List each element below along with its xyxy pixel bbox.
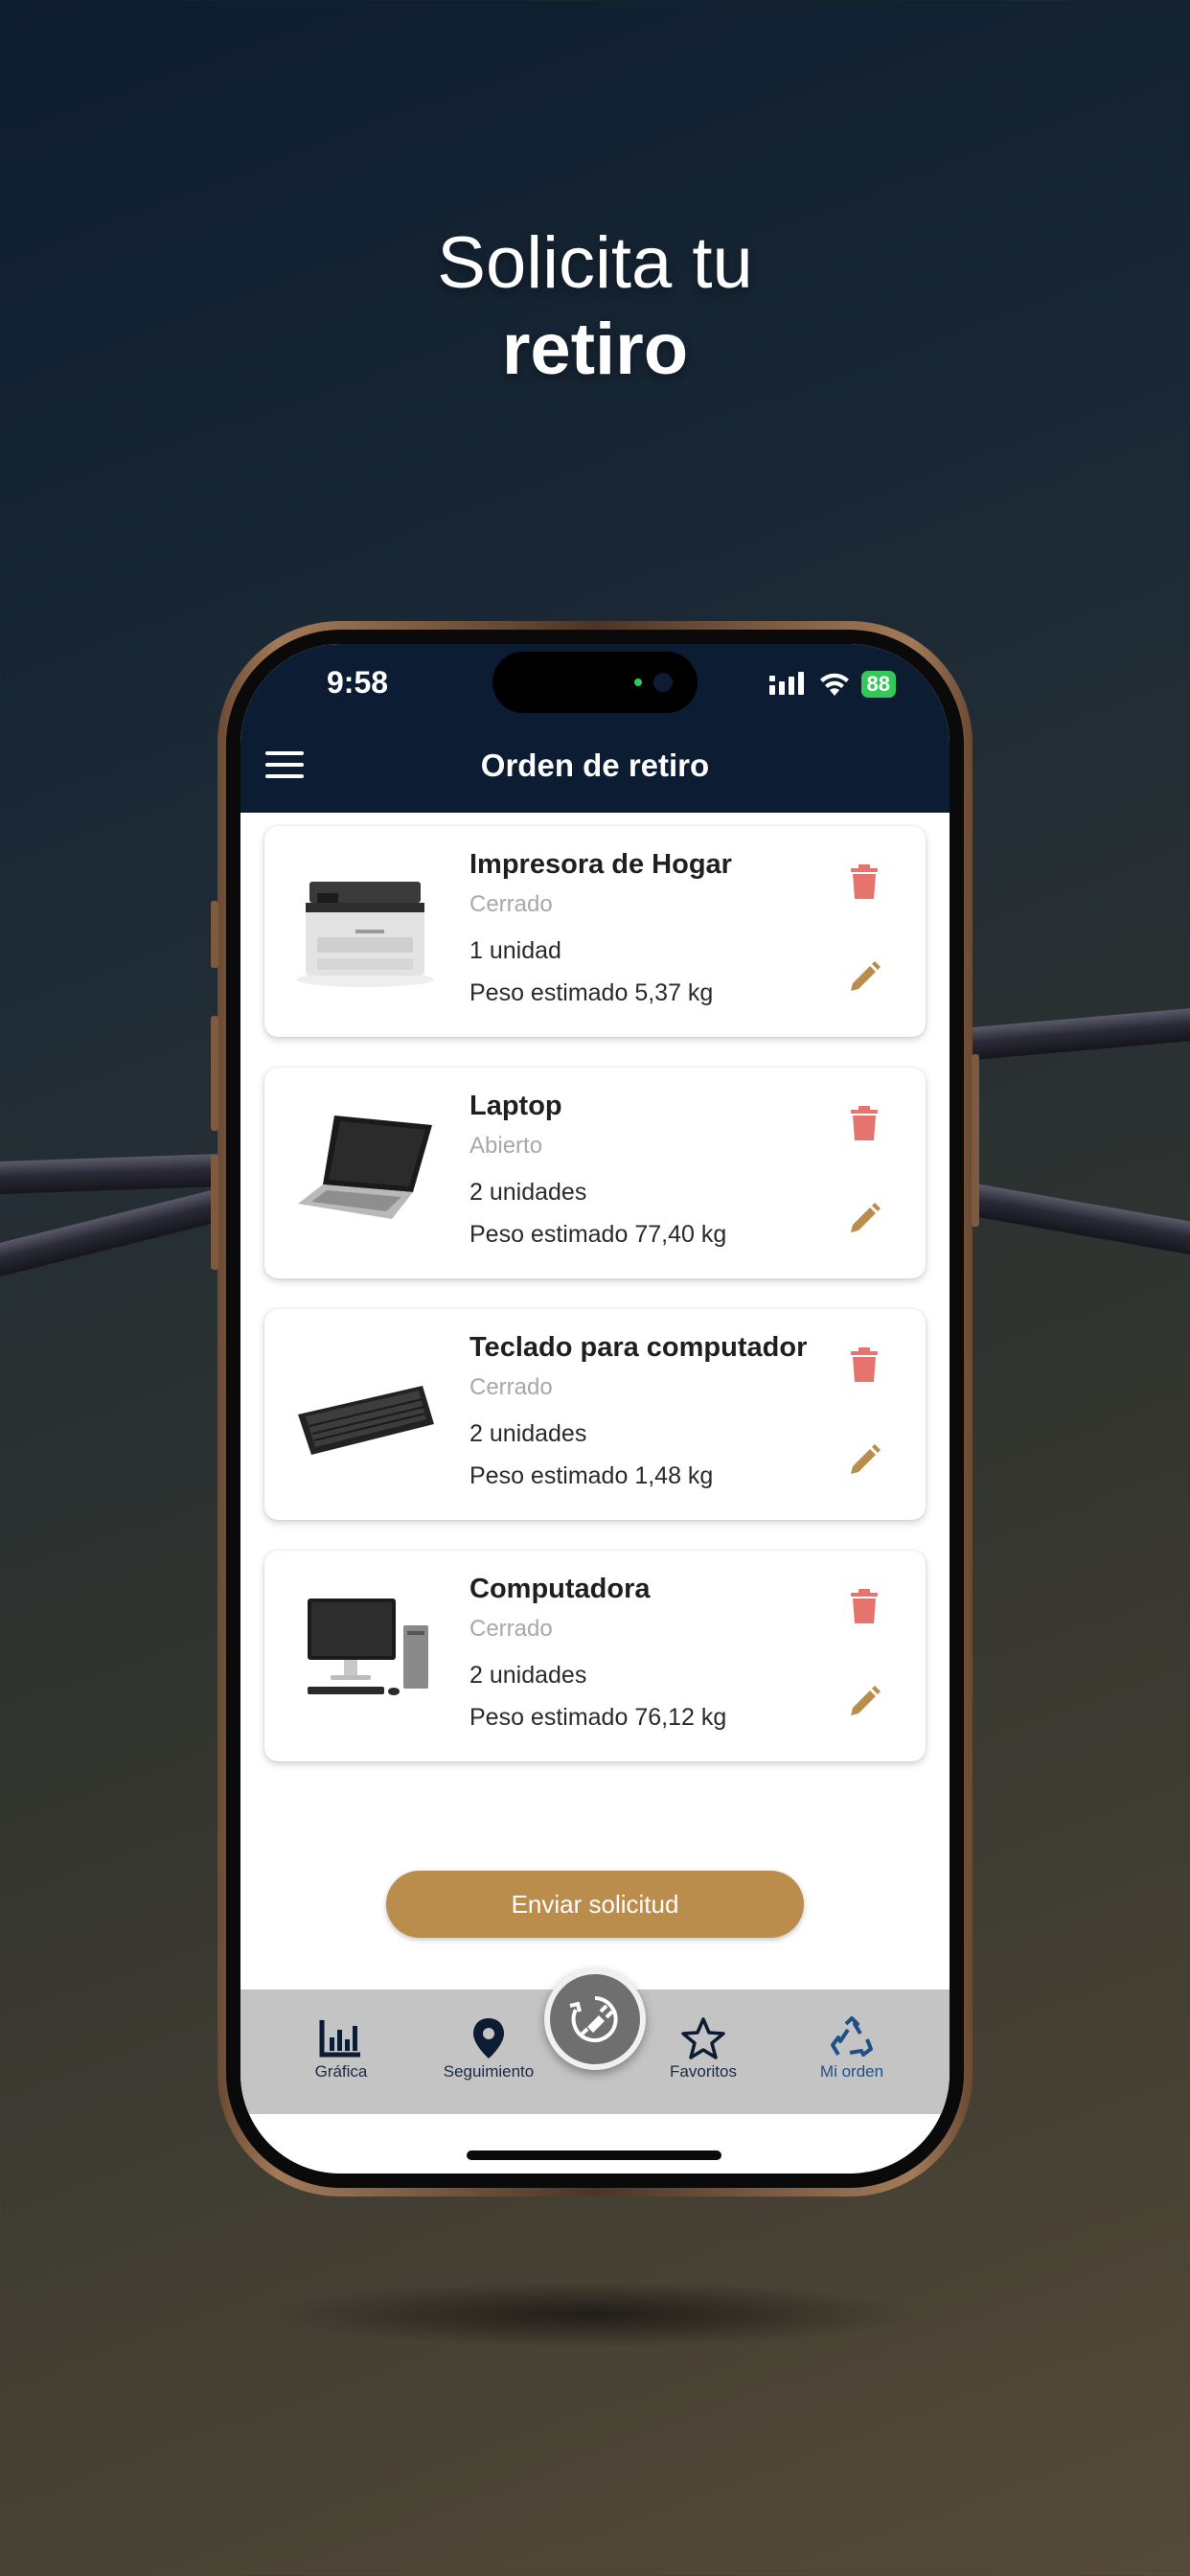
item-weight: Peso estimado 76,12 kg bbox=[469, 1704, 727, 1731]
trash-icon[interactable] bbox=[847, 1346, 881, 1384]
item-name: Laptop bbox=[469, 1091, 562, 1121]
phone-side-button bbox=[972, 1054, 979, 1227]
list-item: Impresora de Hogar Cerrado 1 unidad Peso… bbox=[264, 826, 926, 1037]
dynamic-island bbox=[492, 652, 698, 713]
laptop-icon bbox=[298, 1116, 432, 1219]
list-item: Teclado para computador Cerrado 2 unidad… bbox=[264, 1309, 926, 1520]
printer-icon bbox=[296, 882, 434, 987]
status-icons: 88 bbox=[768, 671, 896, 698]
item-name: Teclado para computador bbox=[469, 1332, 808, 1363]
signal-icon bbox=[768, 672, 804, 695]
phone-side-button bbox=[211, 1016, 218, 1131]
status-time: 9:58 bbox=[327, 665, 389, 700]
home-indicator[interactable] bbox=[467, 2150, 721, 2160]
item-status: Cerrado bbox=[469, 891, 553, 917]
pencil-icon[interactable] bbox=[845, 1683, 883, 1721]
item-name: Impresora de Hogar bbox=[469, 849, 732, 880]
trash-icon[interactable] bbox=[847, 862, 881, 901]
phone-side-button bbox=[211, 901, 218, 968]
item-quantity: 2 unidades bbox=[469, 1179, 587, 1206]
tab-label: Seguimiento bbox=[443, 2062, 535, 2081]
tab-label: Mi orden bbox=[819, 2062, 884, 2081]
desktop-computer-icon bbox=[308, 1598, 428, 1695]
tab-grafica[interactable]: Gráfica bbox=[279, 2016, 403, 2082]
headline-line-2: retiro bbox=[501, 309, 689, 390]
cable-decoration bbox=[948, 1005, 1190, 1063]
tab-seguimiento[interactable]: Seguimiento bbox=[426, 2016, 551, 2082]
location-pin-icon bbox=[473, 2018, 504, 2058]
page-title: Orden de retiro bbox=[480, 748, 710, 783]
send-request-button[interactable]: Enviar solicitud bbox=[386, 1871, 804, 1938]
trash-icon[interactable] bbox=[847, 1104, 881, 1142]
tab-favoritos[interactable]: Favoritos bbox=[641, 2016, 766, 2082]
trash-icon[interactable] bbox=[847, 1587, 881, 1625]
list-item: Laptop Abierto 2 unidades Peso estimado … bbox=[264, 1068, 926, 1278]
keyboard-icon bbox=[298, 1386, 434, 1455]
item-status: Cerrado bbox=[469, 1616, 553, 1642]
phone-shadow bbox=[268, 2281, 920, 2348]
star-icon bbox=[681, 2017, 725, 2059]
cable-decoration bbox=[0, 1153, 240, 1195]
item-quantity: 2 unidades bbox=[469, 1420, 587, 1447]
promo-headline: Solicita tu retiro bbox=[0, 220, 1190, 393]
plug-recycle-icon bbox=[569, 1996, 618, 2042]
app-header: 9:58 88 Orden de retiro bbox=[240, 644, 950, 813]
cable-decoration bbox=[948, 1179, 1190, 1259]
item-quantity: 1 unidad bbox=[469, 937, 561, 964]
item-weight: Peso estimado 77,40 kg bbox=[469, 1221, 727, 1248]
item-name: Computadora bbox=[469, 1574, 651, 1604]
tab-mi-orden[interactable]: Mi orden bbox=[790, 2016, 914, 2082]
phone-screen: 9:58 88 Orden de retiro Impresora de Hog… bbox=[240, 644, 950, 2174]
phone-side-button bbox=[211, 1155, 218, 1270]
item-weight: Peso estimado 1,48 kg bbox=[469, 1462, 714, 1489]
list-item: Computadora Cerrado 2 unidades Peso esti… bbox=[264, 1551, 926, 1761]
pencil-icon[interactable] bbox=[845, 1200, 883, 1238]
front-camera bbox=[653, 673, 673, 692]
wifi-icon bbox=[819, 673, 849, 696]
item-weight: Peso estimado 5,37 kg bbox=[469, 979, 714, 1006]
bar-chart-icon bbox=[319, 2020, 360, 2058]
headline-line-1: Solicita tu bbox=[437, 222, 753, 304]
battery-indicator: 88 bbox=[860, 671, 896, 698]
pencil-icon[interactable] bbox=[845, 958, 883, 997]
pencil-icon[interactable] bbox=[845, 1441, 883, 1480]
tab-label: Gráfica bbox=[314, 2062, 368, 2081]
item-status: Abierto bbox=[469, 1133, 543, 1159]
tab-label: Favoritos bbox=[670, 2062, 737, 2081]
recycle-action-button[interactable] bbox=[544, 1968, 646, 2070]
item-quantity: 2 unidades bbox=[469, 1662, 587, 1689]
recycle-icon bbox=[831, 2016, 873, 2057]
camera-indicator-dot bbox=[634, 678, 642, 686]
item-status: Cerrado bbox=[469, 1374, 553, 1400]
